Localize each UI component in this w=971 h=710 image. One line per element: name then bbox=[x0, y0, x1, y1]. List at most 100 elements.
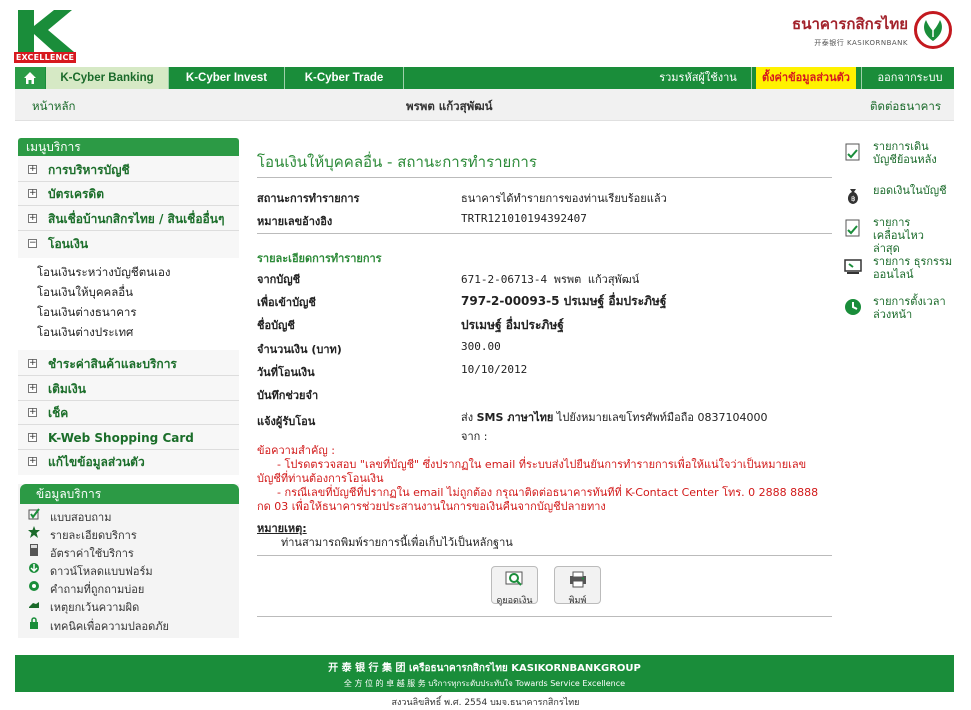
expand-icon[interactable]: + bbox=[28, 408, 37, 417]
question-icon bbox=[29, 581, 39, 591]
menu-item-kweb-shopping-card[interactable]: + K-Web Shopping Card bbox=[18, 426, 239, 450]
info-item-disclaimer[interactable]: เหตุยกเว้นความผิด bbox=[29, 598, 139, 616]
copyright-text: สงวนลิขสิทธิ์ พ.ศ. 2554 บมจ.ธนาคารกสิกรไ… bbox=[391, 698, 580, 708]
kasikornbank-logo: ธนาคารกสิกรไทย 开泰银行 KASIKORNBANK bbox=[792, 10, 952, 50]
notify-recipient-label: แจ้งผู้รับโอน bbox=[257, 415, 316, 428]
user-name: พรพต แก้วสุพัฒน์ bbox=[406, 99, 493, 113]
logout-link[interactable]: ออกจากระบบ bbox=[866, 67, 954, 89]
info-item-fees[interactable]: อัตราค่าใช้บริการ bbox=[30, 544, 134, 562]
home-tab[interactable] bbox=[15, 67, 45, 89]
submenu-transfer-international[interactable]: โอนเงินต่างประเทศ bbox=[37, 324, 133, 342]
menu-item-credit-card[interactable]: + บัตรเครดิต bbox=[18, 182, 239, 206]
side-link-balance[interactable]: ฿ ยอดเงินในบัญชี bbox=[848, 184, 947, 204]
checkbox-icon bbox=[28, 508, 40, 520]
view-balance-button[interactable]: ดูยอดเงิน bbox=[491, 566, 538, 606]
submenu-transfer-own-account[interactable]: โอนเงินระหว่างบัญชีตนเอง bbox=[37, 264, 171, 282]
contact-bank-link[interactable]: ติดต่อธนาคาร bbox=[870, 98, 941, 116]
collapse-icon[interactable]: − bbox=[28, 239, 37, 248]
account-name-value: ปรเมษฐ์ อื่มประภิษฐ์ bbox=[461, 318, 564, 332]
tab-k-cyber-banking[interactable]: K-Cyber Banking bbox=[46, 67, 168, 89]
expand-icon[interactable]: + bbox=[28, 165, 37, 174]
svg-text:฿: ฿ bbox=[851, 195, 855, 203]
change-password-link[interactable]: รวมรหัสผู้ใช้งาน bbox=[651, 67, 745, 89]
calculator-icon bbox=[30, 544, 38, 556]
home-link[interactable]: หน้าหลัก bbox=[32, 98, 76, 116]
menu-item-transfer[interactable]: − โอนเงิน bbox=[18, 232, 239, 256]
star-icon bbox=[28, 526, 40, 538]
memo-label: บันทึกช่วยจำ bbox=[257, 389, 319, 402]
expand-icon[interactable]: + bbox=[28, 214, 37, 223]
expand-icon[interactable]: + bbox=[28, 189, 37, 198]
tab-k-cyber-invest[interactable]: K-Cyber Invest bbox=[169, 67, 284, 89]
account-name-label: ชื่อบัญชี bbox=[257, 319, 295, 332]
personal-settings-link[interactable]: ตั้งค่าข้อมูลส่วนตัว bbox=[756, 67, 856, 89]
info-item-faq[interactable]: คำถามที่ถูกถามบ่อย bbox=[29, 580, 144, 598]
reference-label: หมายเลขอ้างอิง bbox=[257, 215, 333, 228]
divider bbox=[257, 555, 832, 556]
expand-icon[interactable]: + bbox=[28, 433, 37, 442]
clock-icon bbox=[845, 299, 861, 315]
expand-icon[interactable]: + bbox=[28, 457, 37, 466]
recent-icon bbox=[845, 219, 860, 237]
transfer-date-value: 10/10/2012 bbox=[461, 363, 528, 376]
service-info-title: ข้อมูลบริการ bbox=[20, 484, 239, 504]
footer-bar: 开 泰 银 行 集 团 เครือธนาคารกสิกรไทย KASIKORN… bbox=[15, 655, 954, 692]
footer-group-name: 开 泰 银 行 集 团 เครือธนาคารกสิกรไทย KASIKORN… bbox=[328, 663, 641, 674]
download-icon bbox=[29, 563, 39, 573]
amount-value: 300.00 bbox=[461, 340, 501, 353]
hand-icon bbox=[29, 602, 39, 608]
menu-item-top-up[interactable]: + เติมเงิน bbox=[18, 377, 239, 401]
to-account-value: 797-2-00093-5 ปรเมษฐ์ อื่มประภิษฐ์ bbox=[461, 294, 667, 308]
to-account-label: เพื่อเข้าบัญชี bbox=[257, 296, 316, 309]
status-label: สถานะการทำรายการ bbox=[257, 192, 360, 205]
divider bbox=[257, 177, 832, 178]
sub-header-bar: หน้าหลัก พรพต แก้วสุพัฒน์ ติดต่อธนาคาร bbox=[15, 89, 954, 121]
submenu-transfer-other-person[interactable]: โอนเงินให้บุคคลอื่น bbox=[37, 284, 133, 302]
lock-icon bbox=[30, 617, 38, 629]
transaction-details-heading: รายละเอียดการทำรายการ bbox=[257, 252, 382, 265]
expand-icon[interactable]: + bbox=[28, 384, 37, 393]
k-excellence-logo: EXCELLENCE bbox=[14, 8, 76, 63]
side-link-scheduled[interactable]: รายการตั้งเวลา ล่วงหน้า bbox=[845, 295, 948, 321]
menu-item-bill-payment[interactable]: + ชำระค่าสินค้าและบริการ bbox=[18, 352, 239, 376]
k-logo-icon bbox=[18, 10, 74, 52]
notify-recipient-value: ส่ง SMS ภาษาไทย ไปยังหมายเลขโทรศัพท์มือถ… bbox=[461, 411, 768, 443]
info-item-download-forms[interactable]: ดาวน์โหลดแบบฟอร์ม bbox=[29, 562, 153, 580]
side-link-online-transactions[interactable]: รายการ ธุรกรรมออนไลน์ bbox=[844, 255, 953, 281]
info-item-security-tips[interactable]: เทคนิคเพื่อความปลอดภัย bbox=[30, 617, 169, 635]
menu-item-loans[interactable]: + สินเชื่อบ้านกสิกรไทย / สินเชื่ออื่นๆ bbox=[18, 207, 239, 231]
divider bbox=[257, 616, 832, 617]
kbank-emblem-icon bbox=[914, 11, 952, 49]
side-link-statement[interactable]: รายการเดิน บัญชีย้อนหลัง bbox=[845, 140, 953, 166]
bank-name-english: 开泰银行 KASIKORNBANK bbox=[814, 39, 908, 47]
info-item-survey[interactable]: แบบสอบถาม bbox=[28, 508, 111, 526]
side-link-recent[interactable]: รายการ เคลื่อนไหวล่าสุด bbox=[845, 216, 948, 255]
menu-item-account-management[interactable]: + การบริหารบัญชี bbox=[18, 158, 239, 182]
bank-name-thai: ธนาคารกสิกรไทย bbox=[792, 15, 908, 33]
page-title: โอนเงินให้บุคคลอื่น - สถานะการทำรายการ bbox=[257, 153, 537, 171]
statement-icon bbox=[845, 143, 860, 161]
footer-slogan: 全 方 位 的 卓 越 服 务 บริการทุกระดับประทับใจ T… bbox=[343, 679, 626, 688]
submenu-transfer-other-bank[interactable]: โอนเงินต่างธนาคาร bbox=[37, 304, 137, 322]
divider bbox=[257, 233, 832, 234]
home-icon bbox=[24, 72, 36, 84]
online-icon bbox=[844, 259, 862, 274]
info-item-service-details[interactable]: รายละเอียดบริการ bbox=[28, 526, 137, 544]
status-value: ธนาคารได้ทำรายการของท่านเรียบร้อยแล้ว bbox=[461, 192, 667, 205]
expand-icon[interactable]: + bbox=[28, 359, 37, 368]
printer-icon bbox=[569, 571, 586, 588]
magnifier-icon bbox=[505, 571, 522, 586]
amount-label: จำนวนเงิน (บาท) bbox=[257, 343, 342, 356]
from-account-value: 671-2-06713-4 พรพต แก้วสุพัฒน์ bbox=[461, 273, 640, 286]
tab-k-cyber-trade[interactable]: K-Cyber Trade bbox=[285, 67, 403, 89]
important-notice: ข้อความสำคัญ : - โปรดตรวจสอบ "เลขที่บัญช… bbox=[257, 444, 819, 513]
excellence-label: EXCELLENCE bbox=[14, 52, 76, 63]
moneybag-icon: ฿ bbox=[848, 189, 858, 204]
menu-item-edit-profile[interactable]: + แก้ไขข้อมูลส่วนตัว bbox=[18, 450, 239, 474]
print-button[interactable]: พิมพ์ bbox=[554, 566, 601, 606]
remark-text: ท่านสามารถพิมพ์รายการนี้เพื่อเก็บไว้เป็น… bbox=[281, 536, 513, 549]
reference-value: TRTR121010194392407 bbox=[461, 212, 587, 225]
transfer-date-label: วันที่โอนเงิน bbox=[257, 366, 315, 379]
menu-item-cheque[interactable]: + เช็ค bbox=[18, 401, 239, 425]
service-menu-title: เมนูบริการ bbox=[18, 138, 239, 156]
